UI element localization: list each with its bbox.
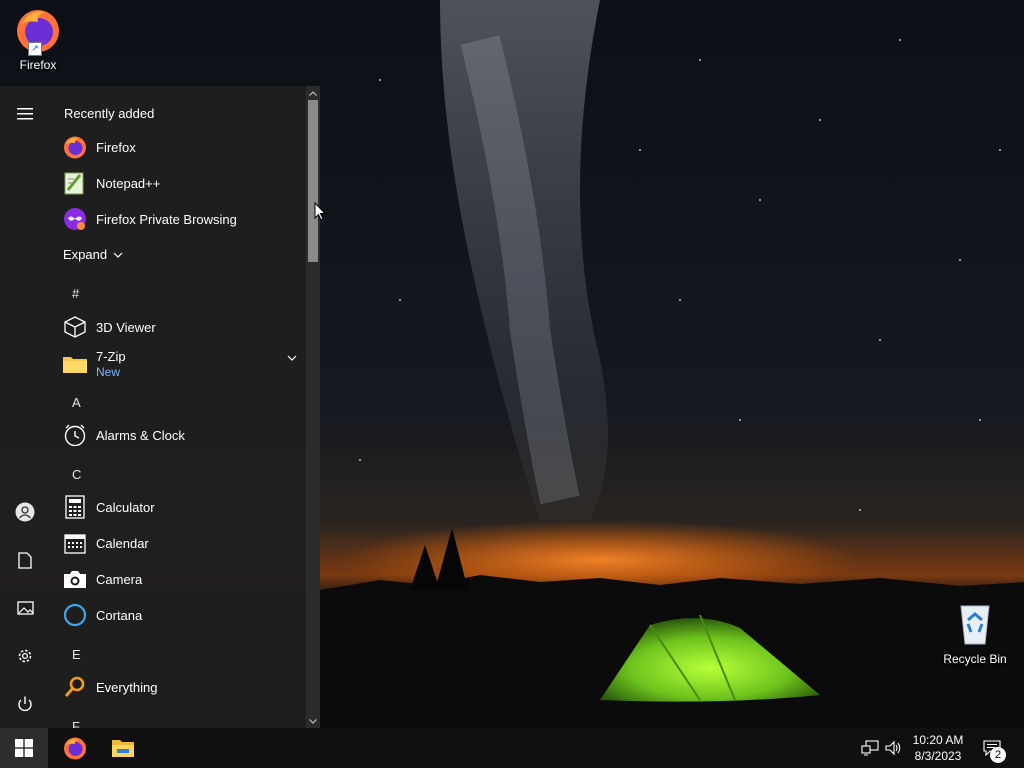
expand-button[interactable]: Expand bbox=[63, 247, 123, 262]
app-item-calculator[interactable]: Calculator bbox=[62, 490, 302, 524]
settings-icon[interactable] bbox=[5, 636, 45, 676]
mouse-cursor-icon bbox=[314, 202, 326, 221]
file-explorer-icon bbox=[112, 740, 134, 757]
app-item-firefox-private-browsing[interactable]: Firefox Private Browsing bbox=[62, 202, 302, 236]
shortcut-arrow-icon: ↗ bbox=[28, 42, 42, 56]
expand-label: Expand bbox=[63, 247, 108, 262]
app-label: 3D Viewer bbox=[96, 319, 156, 335]
chevron-down-icon bbox=[113, 252, 123, 258]
letter-header-c[interactable]: C bbox=[72, 467, 81, 482]
letter-header-hash[interactable]: # bbox=[72, 286, 79, 301]
magnifier-icon bbox=[62, 674, 88, 700]
app-item-notepadpp[interactable]: Notepad++ bbox=[62, 166, 302, 200]
app-item-firefox[interactable]: Firefox bbox=[62, 130, 302, 164]
app-label: Calendar bbox=[96, 535, 149, 551]
camera-icon bbox=[62, 566, 88, 592]
app-label-group: 7-Zip New bbox=[96, 349, 126, 379]
network-icon[interactable] bbox=[860, 738, 880, 758]
taskbar-file-explorer[interactable] bbox=[99, 728, 147, 768]
app-item-cortana[interactable]: Cortana bbox=[62, 598, 302, 632]
clock-date: 8/3/2023 bbox=[914, 749, 962, 763]
app-item-alarms-clock[interactable]: Alarms & Clock bbox=[62, 418, 302, 452]
app-label: Camera bbox=[96, 571, 143, 587]
notepadpp-icon bbox=[62, 170, 88, 196]
app-label: Calculator bbox=[96, 499, 155, 515]
letter-header-e[interactable]: E bbox=[72, 647, 81, 662]
hamburger-menu-icon[interactable] bbox=[5, 94, 45, 134]
app-item-camera[interactable]: Camera bbox=[62, 562, 302, 596]
firefox-private-icon bbox=[62, 206, 88, 232]
letter-header-f[interactable]: F bbox=[72, 719, 80, 728]
app-item-7-zip[interactable]: 7-Zip New bbox=[62, 344, 302, 384]
taskbar-clock[interactable]: 10:20 AM 8/3/2023 bbox=[904, 732, 972, 764]
alarm-clock-icon bbox=[62, 422, 88, 448]
desktop-recycle-bin[interactable]: Recycle Bin bbox=[937, 600, 1013, 666]
notification-count-badge: 2 bbox=[990, 747, 1006, 763]
cortana-icon bbox=[62, 602, 88, 628]
scrollbar-thumb[interactable] bbox=[308, 100, 318, 262]
desktop-icon-label: Recycle Bin bbox=[943, 652, 1007, 666]
start-menu-scrollbar[interactable] bbox=[306, 86, 320, 728]
app-label: Everything bbox=[96, 679, 158, 695]
new-badge: New bbox=[96, 365, 121, 379]
app-label: Cortana bbox=[96, 607, 143, 623]
app-label: Notepad++ bbox=[96, 175, 161, 191]
power-icon[interactable] bbox=[5, 684, 45, 724]
calculator-icon bbox=[62, 494, 88, 520]
start-button[interactable] bbox=[0, 728, 48, 768]
clock-time: 10:20 AM bbox=[912, 733, 964, 747]
recently-added-heading: Recently added bbox=[64, 106, 155, 121]
windows-logo-icon bbox=[15, 739, 33, 757]
firefox-icon bbox=[62, 134, 88, 160]
cube-icon bbox=[62, 314, 88, 340]
recycle-bin-icon bbox=[951, 600, 999, 648]
app-label: Firefox bbox=[96, 139, 136, 155]
start-menu-rail bbox=[0, 86, 50, 728]
app-label: Firefox Private Browsing bbox=[96, 211, 237, 227]
app-label: 7-Zip bbox=[96, 349, 126, 364]
user-icon[interactable] bbox=[5, 492, 45, 532]
chevron-down-icon[interactable] bbox=[287, 348, 297, 366]
desktop-icon-label: Firefox bbox=[19, 58, 57, 72]
taskbar: 10:20 AM 8/3/2023 bbox=[0, 728, 1024, 768]
app-item-calendar[interactable]: Calendar bbox=[62, 526, 302, 560]
calendar-icon bbox=[62, 530, 88, 556]
scroll-up-arrow-icon[interactable] bbox=[306, 86, 320, 100]
app-label: Alarms & Clock bbox=[96, 427, 185, 443]
letter-header-a[interactable]: A bbox=[72, 395, 81, 410]
folder-icon bbox=[62, 351, 88, 377]
pictures-icon[interactable] bbox=[5, 588, 45, 628]
desktop-firefox-shortcut[interactable]: ↗ Firefox bbox=[0, 6, 76, 72]
start-menu-app-list: Recently added Firefox Notepad++ Firefox… bbox=[50, 86, 306, 728]
app-item-everything[interactable]: Everything bbox=[62, 670, 302, 704]
taskbar-firefox[interactable] bbox=[51, 728, 99, 768]
firefox-icon: ↗ bbox=[14, 6, 62, 56]
app-item-3d-viewer[interactable]: 3D Viewer bbox=[62, 310, 302, 344]
scroll-down-arrow-icon[interactable] bbox=[306, 714, 320, 728]
document-icon[interactable] bbox=[5, 540, 45, 580]
start-menu: Recently added Firefox Notepad++ Firefox… bbox=[0, 86, 320, 728]
volume-icon[interactable] bbox=[884, 738, 904, 758]
firefox-icon bbox=[64, 737, 86, 760]
